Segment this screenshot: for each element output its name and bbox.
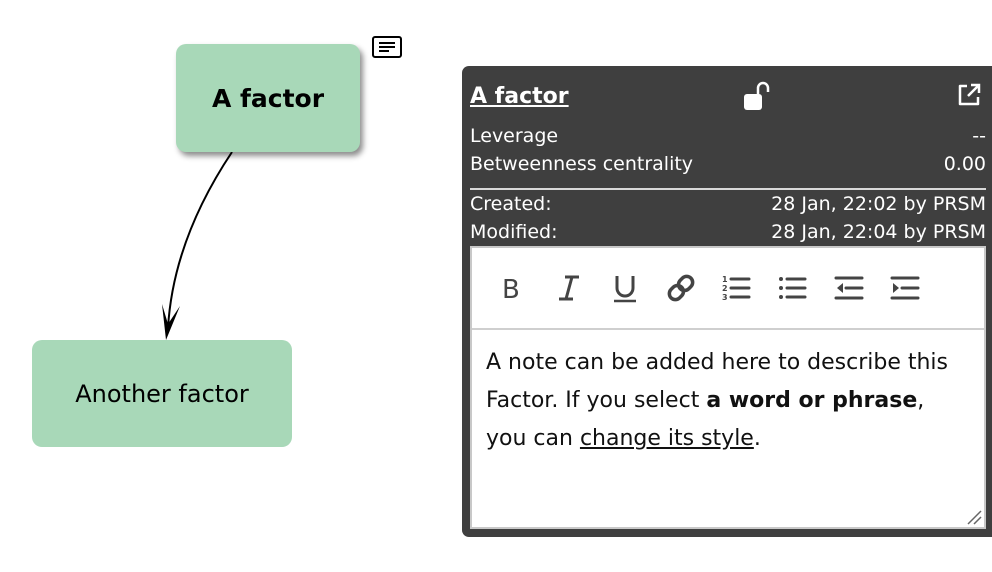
ordered-list-icon: 123 [722, 275, 751, 302]
factor-details-panel: A factor Leverage -- Betweenness central… [462, 66, 992, 537]
svg-text:1: 1 [722, 275, 728, 284]
svg-text:B: B [502, 275, 520, 303]
meta-row-created: Created: 28 Jan, 22:02 by PRSM [470, 190, 986, 218]
bold-icon: B [502, 275, 520, 303]
stat-row-betweenness: Betweenness centrality 0.00 [470, 150, 986, 178]
underline-button[interactable] [610, 268, 666, 308]
node-label: Another factor [75, 379, 249, 408]
bold-button[interactable]: B [498, 268, 554, 308]
resize-handle-icon[interactable] [966, 509, 982, 525]
bullet-list-button[interactable] [778, 268, 834, 308]
meta-value: 28 Jan, 22:02 by PRSM [771, 193, 986, 215]
node-label: A factor [211, 83, 325, 113]
unlocked-padlock-icon[interactable] [742, 80, 772, 112]
underline-icon [614, 276, 636, 303]
edge-arrowhead [162, 304, 180, 340]
factor-node-a[interactable]: A factor [176, 44, 360, 152]
meta-label: Modified: [470, 221, 558, 243]
note-text-bold: a word or phrase [706, 388, 918, 413]
note-text-plain: . [753, 426, 761, 451]
svg-text:3: 3 [722, 293, 728, 302]
italic-icon [559, 275, 579, 301]
edge-a-to-b[interactable] [167, 151, 233, 329]
svg-text:2: 2 [722, 284, 728, 293]
meta-value: 28 Jan, 22:04 by PRSM [771, 221, 986, 243]
note-text[interactable]: A note can be added here to describe thi… [472, 330, 984, 472]
indent-icon [890, 276, 920, 300]
note-text-underlined: change its style [579, 426, 754, 451]
factor-node-b[interactable]: Another factor [32, 340, 292, 447]
bullet-list-icon [779, 277, 807, 299]
link-button[interactable] [666, 268, 722, 308]
meta-label: Created: [470, 193, 552, 215]
stat-value: -- [972, 125, 986, 147]
ordered-list-button[interactable]: 123 [722, 268, 778, 308]
outdent-button[interactable] [834, 268, 890, 308]
panel-title[interactable]: A factor [470, 84, 569, 109]
editor-toolbar: B 123 [472, 248, 984, 330]
stat-value: 0.00 [943, 153, 986, 175]
outdent-icon [834, 276, 864, 300]
italic-button[interactable] [554, 268, 610, 308]
external-link-icon[interactable] [956, 82, 982, 108]
stat-label: Betweenness centrality [470, 153, 694, 175]
stat-label: Leverage [470, 125, 559, 147]
stat-row-leverage: Leverage -- [470, 122, 986, 150]
note-editor[interactable]: B 123 A note can be added here to descri… [470, 246, 986, 529]
indent-button[interactable] [890, 268, 946, 308]
link-icon [667, 274, 695, 302]
meta-row-modified: Modified: 28 Jan, 22:04 by PRSM [470, 218, 986, 246]
note-icon[interactable] [372, 36, 402, 58]
